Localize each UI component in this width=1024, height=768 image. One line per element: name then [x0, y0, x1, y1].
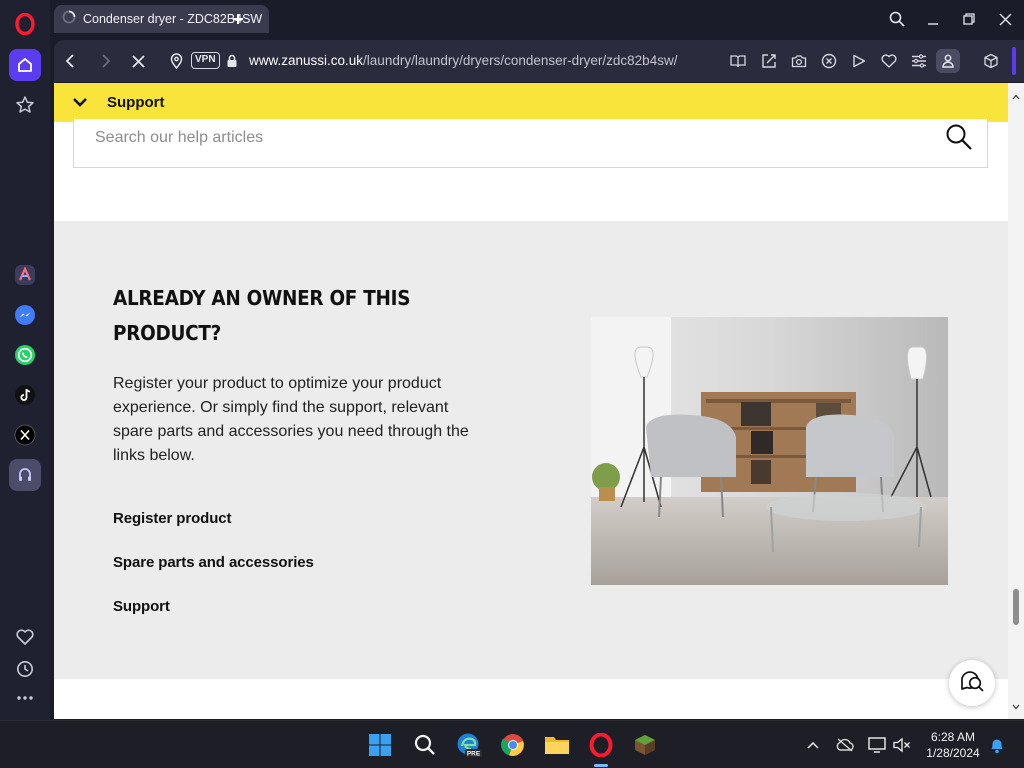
edge-pre-badge: PRE — [467, 751, 481, 758]
chat-support-button[interactable] — [949, 660, 995, 706]
spare-parts-link[interactable]: Spare parts and accessories — [113, 554, 314, 571]
register-product-link[interactable]: Register product — [113, 510, 232, 527]
sidebar-accent-strip — [1012, 47, 1016, 75]
favorites-heart-icon[interactable] — [9, 621, 41, 653]
opera-sidebar — [0, 0, 50, 720]
windows-start-icon[interactable] — [364, 729, 396, 761]
help-search-box — [73, 119, 988, 168]
home-icon[interactable] — [9, 49, 41, 81]
messenger-icon[interactable] — [9, 299, 41, 331]
owner-heading: ALREADY AN OWNER OF THIS PRODUCT? — [113, 286, 411, 345]
opera-logo-icon[interactable] — [9, 8, 41, 40]
owner-description: Register your product to optimize your p… — [113, 375, 469, 464]
windows-taskbar: PRE 6:28 AM 1/28/2024 — [0, 720, 1024, 768]
extensions-cube-icon[interactable] — [980, 50, 1002, 72]
chat-bubbles-icon — [959, 669, 985, 698]
taskbar-search-icon[interactable] — [409, 729, 441, 761]
minimize-icon[interactable] — [921, 7, 945, 31]
tiktok-icon[interactable] — [9, 379, 41, 411]
adblocker-shield-icon[interactable] — [818, 50, 840, 72]
more-options-icon[interactable] — [9, 682, 41, 714]
aria-ai-icon[interactable] — [9, 259, 41, 291]
profile-user-icon[interactable] — [936, 49, 960, 73]
scroll-up-icon[interactable] — [1012, 87, 1020, 105]
notification-bell-icon[interactable] — [986, 735, 1008, 755]
volume-muted-icon[interactable] — [891, 735, 913, 755]
support-bar[interactable]: Support — [54, 83, 1008, 122]
opera-taskbar-icon[interactable] — [585, 729, 617, 761]
page-scrollbar[interactable] — [1008, 83, 1024, 719]
search-icon[interactable] — [945, 123, 973, 156]
lock-icon[interactable] — [220, 49, 244, 73]
whatsapp-icon[interactable] — [9, 339, 41, 371]
chevron-down-icon — [72, 95, 88, 113]
forward-arrow-icon[interactable] — [94, 49, 118, 73]
taskbar-clock[interactable]: 6:28 AM 1/28/2024 — [918, 729, 988, 761]
music-player-icon[interactable] — [9, 459, 41, 491]
living-room-image — [591, 317, 948, 585]
chrome-icon[interactable] — [497, 729, 529, 761]
back-arrow-icon[interactable] — [58, 49, 82, 73]
minecraft-icon[interactable] — [629, 729, 661, 761]
new-tab-plus-icon[interactable] — [226, 7, 250, 31]
restore-icon[interactable] — [957, 7, 981, 31]
stop-loading-x-icon[interactable] — [126, 49, 150, 73]
page-viewport: Support ALREADY AN OWNER OF THIS PRODUCT… — [54, 83, 1024, 719]
help-search-input[interactable] — [95, 127, 895, 149]
file-explorer-icon[interactable] — [541, 729, 573, 761]
vpn-badge[interactable]: VPN — [191, 52, 220, 69]
reader-mode-book-icon[interactable] — [727, 50, 749, 72]
address-toolbar: VPN www.zanussi.co.uk/laundry/laundry/dr… — [54, 40, 1024, 82]
location-pin-icon[interactable] — [164, 49, 188, 73]
player-play-icon[interactable] — [848, 50, 870, 72]
easy-setup-sliders-icon[interactable] — [908, 50, 930, 72]
url-path: /laundry/laundry/dryers/condenser-dryer/… — [363, 53, 678, 68]
close-window-icon[interactable] — [993, 7, 1017, 31]
share-edit-icon[interactable] — [758, 50, 780, 72]
network-display-icon[interactable] — [866, 735, 888, 755]
snapshot-camera-icon[interactable] — [788, 50, 810, 72]
search-tabs-icon[interactable] — [885, 7, 909, 31]
tab-bar: Condenser dryer - ZDC82B4SW — [50, 0, 1024, 38]
url-field[interactable]: www.zanussi.co.uk/laundry/laundry/dryers… — [249, 53, 677, 68]
clock-time: 6:28 AM — [930, 730, 976, 744]
x-twitter-icon[interactable] — [9, 419, 41, 451]
heart-bookmark-icon[interactable] — [878, 50, 900, 72]
owner-section: ALREADY AN OWNER OF THIS PRODUCT? Regist… — [54, 221, 1008, 679]
history-clock-icon[interactable] — [9, 653, 41, 685]
onedrive-offline-icon[interactable] — [834, 735, 856, 755]
active-app-indicator — [594, 764, 608, 767]
support-bar-label: Support — [107, 94, 165, 111]
scroll-thumb[interactable] — [1013, 589, 1019, 625]
support-link[interactable]: Support — [113, 598, 170, 615]
url-host: www.zanussi.co.uk — [249, 53, 364, 68]
clock-date: 1/28/2024 — [926, 746, 980, 760]
edge-beta-icon[interactable]: PRE — [453, 729, 485, 761]
scroll-down-icon[interactable] — [1012, 697, 1020, 715]
bookmarks-star-icon[interactable] — [9, 89, 41, 121]
loading-spinner-icon — [62, 10, 76, 29]
tray-overflow-chevron-icon[interactable] — [802, 735, 824, 755]
